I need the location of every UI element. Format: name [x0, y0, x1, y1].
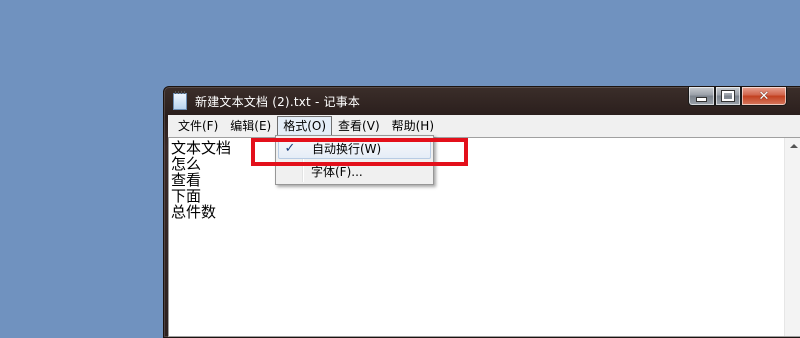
minimize-icon	[696, 96, 707, 102]
text-editor[interactable]: 文本文档 怎么 查看 下面 总件数	[168, 137, 800, 337]
vertical-scrollbar[interactable]	[784, 138, 800, 336]
menu-file[interactable]: 文件(F)	[172, 116, 224, 136]
minimize-button[interactable]	[688, 87, 715, 106]
close-icon: ✕	[758, 88, 770, 104]
menu-edit[interactable]: 编辑(E)	[224, 116, 277, 136]
menu-help[interactable]: 帮助(H)	[386, 116, 440, 136]
text-line: 总件数	[171, 203, 217, 221]
annotation-highlight-box	[251, 138, 468, 166]
menu-view[interactable]: 查看(V)	[332, 116, 386, 136]
scroll-up-arrow-icon[interactable]	[790, 144, 798, 148]
text-line: 下面	[171, 187, 202, 205]
notepad-icon	[173, 90, 187, 110]
menu-bar: 文件(F) 编辑(E) 格式(O) 查看(V) 帮助(H)	[168, 115, 800, 138]
text-line: 查看	[171, 171, 202, 189]
menu-format[interactable]: 格式(O)	[277, 116, 333, 136]
close-button[interactable]: ✕	[741, 87, 787, 106]
window-controls: ✕	[688, 87, 787, 106]
maximize-icon	[721, 90, 735, 102]
title-bar[interactable]: 新建文本文档 (2).txt - 记事本 ✕	[164, 87, 800, 115]
notepad-window: 新建文本文档 (2).txt - 记事本 ✕ 文件(F) 编辑(E) 格式(O)…	[163, 86, 800, 338]
window-title: 新建文本文档 (2).txt - 记事本	[195, 94, 361, 109]
maximize-button[interactable]	[715, 87, 741, 106]
